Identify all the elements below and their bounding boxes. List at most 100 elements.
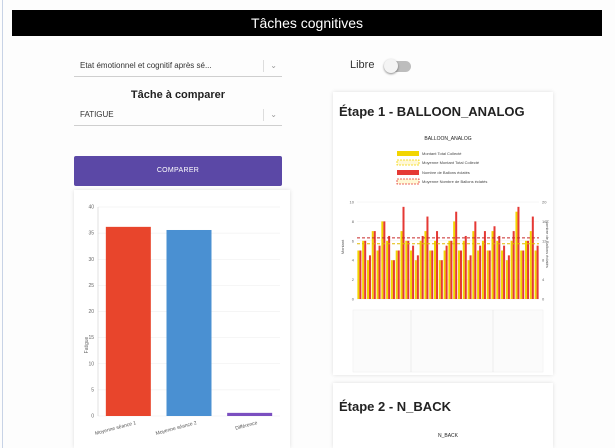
y-tick-label: 10 bbox=[88, 361, 94, 367]
y-left-tick-label: 0 bbox=[352, 297, 355, 302]
bar-ballons bbox=[388, 235, 391, 299]
legend-swatch bbox=[397, 170, 419, 175]
bar-montant bbox=[405, 240, 408, 299]
bar-ballons bbox=[527, 240, 530, 299]
balloon-lower-plot bbox=[352, 309, 544, 373]
y-right-tick-label: 4 bbox=[542, 277, 545, 282]
task-select[interactable]: FATIGUE ⌄ bbox=[74, 104, 282, 126]
bar-ballons bbox=[512, 231, 515, 299]
bar-montant bbox=[496, 240, 499, 299]
bar-montant bbox=[453, 221, 456, 299]
bar-ballons bbox=[455, 211, 458, 299]
step2-chart-title: N_BACK bbox=[437, 433, 458, 439]
free-toggle-label: Libre bbox=[350, 59, 375, 71]
y-tick-label: 5 bbox=[91, 387, 94, 393]
y-right-tick-label: 0 bbox=[542, 297, 545, 302]
bar-ballons bbox=[373, 231, 376, 299]
bar-montant bbox=[529, 231, 532, 299]
y-right-tick-label: 20 bbox=[542, 200, 547, 205]
bar-ballons bbox=[474, 221, 477, 299]
y-axis-label: Fatigue bbox=[84, 336, 90, 353]
bar-montant bbox=[386, 240, 389, 299]
bar-montant bbox=[400, 231, 403, 299]
y-tick-label: 20 bbox=[88, 309, 94, 315]
bar-ballons bbox=[407, 240, 410, 299]
y-right-tick-label: 8 bbox=[542, 258, 545, 263]
compare-task-label: Tâche à comparer bbox=[130, 89, 226, 101]
legend-swatch bbox=[396, 178, 420, 185]
bar-montant bbox=[525, 240, 528, 299]
bar-montant bbox=[414, 260, 417, 299]
bar-montant bbox=[448, 240, 451, 299]
bar-montant bbox=[390, 260, 393, 299]
step1-card: Étape 1 - BALLOON_ANALOG BALLOON_ANALOG … bbox=[333, 92, 553, 375]
bar-ballons bbox=[488, 250, 491, 299]
bar-ballons bbox=[483, 231, 486, 299]
compare-button[interactable]: COMPARER bbox=[74, 156, 282, 186]
balloon-analog-chart: Montant Total Collecté Moyenne Montant To… bbox=[340, 151, 550, 373]
bar-3 bbox=[227, 412, 273, 416]
legend-label: Nombre de Ballons éclatés bbox=[422, 170, 470, 175]
bar-ballons bbox=[397, 250, 400, 299]
bar-ballons bbox=[364, 240, 367, 299]
bar-1 bbox=[105, 226, 151, 416]
bar-montant bbox=[505, 260, 508, 299]
y-left-axis-label: Montant bbox=[340, 239, 345, 254]
legend-label: Moyenne Montant Total Collecté bbox=[422, 160, 480, 165]
bar-ballons bbox=[507, 255, 510, 299]
bar-ballons bbox=[431, 250, 434, 299]
legend-label: Montant Total Collecté bbox=[422, 151, 462, 156]
step2-title: Étape 2 - N_BACK bbox=[339, 399, 451, 414]
bar-ballons bbox=[402, 206, 405, 299]
bar-ballons bbox=[536, 245, 539, 299]
y-left-tick-label: 6 bbox=[352, 238, 355, 243]
select-separator bbox=[263, 109, 264, 121]
app-page: Tâches cognitives Etat émotionnel et cog… bbox=[0, 0, 615, 448]
bar-montant bbox=[443, 250, 446, 299]
bar-montant bbox=[395, 250, 398, 299]
bar-montant bbox=[462, 240, 465, 299]
bar-montant bbox=[376, 250, 379, 299]
y-left-tick-label: 10 bbox=[350, 200, 355, 205]
y-tick-label: 35 bbox=[88, 231, 94, 237]
bar-ballons bbox=[459, 250, 462, 299]
bar-ballons bbox=[378, 245, 381, 299]
bar-montant bbox=[486, 250, 489, 299]
step2-card: Étape 2 - N_BACK N_BACK bbox=[333, 383, 553, 448]
bar-montant bbox=[410, 250, 413, 299]
chevron-down-icon[interactable]: ⌄ bbox=[270, 55, 277, 77]
state-select-value: Etat émotionnel et cognitif après sé... bbox=[80, 61, 212, 70]
bar-ballons bbox=[498, 235, 501, 299]
page-left-border bbox=[2, 0, 3, 448]
legend-label: Moyenne Nombre de Ballons éclatés bbox=[422, 179, 487, 184]
bar-ballons bbox=[416, 255, 419, 299]
toggle-knob[interactable] bbox=[384, 59, 398, 73]
bar-ballons bbox=[436, 231, 439, 299]
bar-montant bbox=[472, 231, 475, 299]
bar-ballons bbox=[440, 260, 443, 299]
bar-ballons bbox=[522, 250, 525, 299]
bar-montant bbox=[457, 250, 460, 299]
bar-ballons bbox=[450, 240, 453, 299]
bar-montant bbox=[429, 250, 432, 299]
bar-montant bbox=[419, 240, 422, 299]
state-select[interactable]: Etat émotionnel et cognitif après sé... … bbox=[74, 55, 282, 77]
bar-ballons bbox=[445, 245, 448, 299]
free-toggle[interactable] bbox=[384, 59, 411, 73]
y-tick-label: 40 bbox=[88, 205, 94, 211]
bar-montant bbox=[438, 260, 441, 299]
bar-ballons bbox=[479, 245, 482, 299]
bar-montant bbox=[366, 260, 369, 299]
bar-montant bbox=[510, 240, 513, 299]
bar-ballons bbox=[531, 216, 534, 299]
chevron-down-icon[interactable]: ⌄ bbox=[270, 104, 277, 126]
bar-montant bbox=[381, 221, 384, 299]
select-separator bbox=[263, 60, 264, 72]
legend-swatch bbox=[396, 159, 420, 166]
bar-ballons bbox=[421, 235, 424, 299]
x-tick-label: Différence bbox=[235, 420, 259, 432]
y-right-axis-label: Nombre de Ballons éclatés bbox=[545, 220, 550, 268]
comparison-bar-chart: 0510152025303540 Moyenne séance 1 Moyenne… bbox=[84, 205, 280, 437]
y-tick-label: 0 bbox=[91, 414, 94, 420]
y-tick-label: 30 bbox=[88, 257, 94, 263]
